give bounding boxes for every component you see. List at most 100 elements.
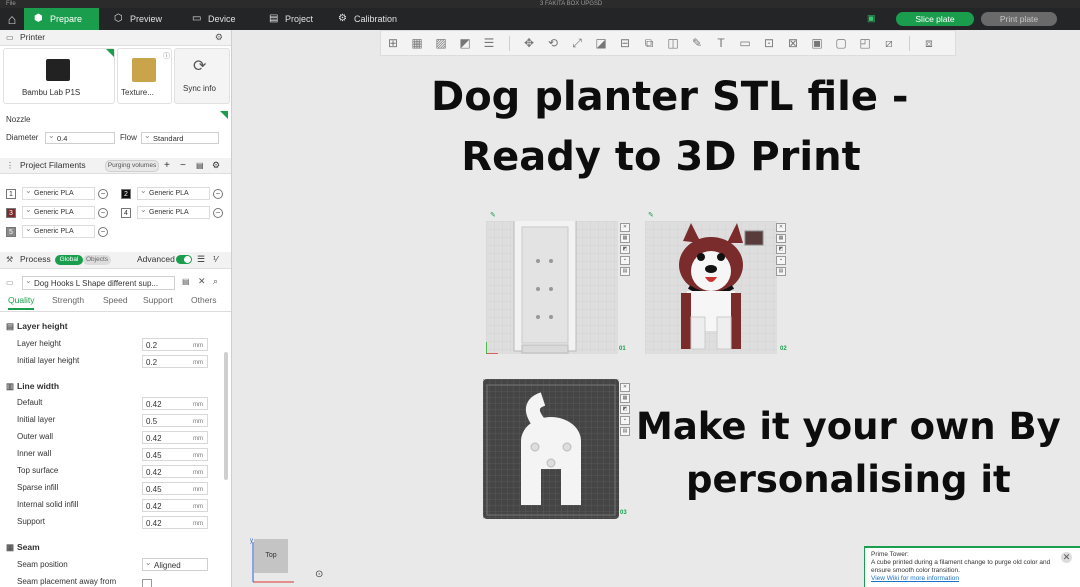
add-object-icon[interactable]: ⊞ bbox=[385, 36, 401, 50]
move-icon[interactable]: ✥ bbox=[521, 36, 537, 50]
filament-select[interactable]: Generic PLA bbox=[22, 223, 95, 238]
slice-plate-button[interactable]: Slice plate bbox=[896, 12, 974, 26]
param-input[interactable]: 0.2 mm bbox=[142, 355, 208, 368]
filament-color-swatch[interactable]: 5 bbox=[6, 227, 16, 237]
tab-calibration[interactable]: ⚙ Calibration bbox=[328, 8, 418, 30]
add-icon[interactable]: + bbox=[164, 158, 170, 173]
build-plate-2[interactable]: 02 bbox=[645, 221, 787, 354]
param-input[interactable]: 0.42 mm bbox=[142, 465, 208, 478]
plate-orient-icon[interactable]: ◩ bbox=[620, 245, 630, 254]
build-plate-3[interactable]: 03 bbox=[483, 379, 627, 521]
seam-position-select[interactable]: Aligned bbox=[142, 556, 208, 571]
gear-icon[interactable]: ⚙ bbox=[212, 158, 220, 173]
param-input[interactable]: 0.42 mm bbox=[142, 431, 208, 444]
subtab-speed[interactable]: Speed bbox=[103, 295, 128, 305]
3d-viewport[interactable]: ⊞ ▦ ▨ ◩ ☰ ✥ ⟲ ⤢ ◪ ⊟ ⧉ ◫ ✎ T ▭ ⊡ ⊠ ▣ ▢ ◰ … bbox=[232, 30, 1080, 587]
close-icon[interactable]: ✕ bbox=[776, 223, 786, 232]
close-icon[interactable]: ✕ bbox=[198, 276, 206, 287]
sync-info-button[interactable]: ⟳ Sync info bbox=[174, 48, 230, 104]
plate-settings-icon[interactable]: ▤ bbox=[620, 267, 630, 276]
close-icon[interactable]: ✕ bbox=[620, 223, 630, 232]
add-plate-icon[interactable]: ▦ bbox=[409, 36, 425, 50]
measure-icon[interactable]: ⊡ bbox=[761, 36, 777, 50]
filament-color-swatch[interactable]: 3 bbox=[6, 208, 16, 218]
gear-icon[interactable]: ⚙ bbox=[215, 30, 223, 45]
tab-prepare[interactable]: ⬢ Prepare bbox=[24, 8, 99, 30]
diameter-select[interactable]: 0.4 bbox=[45, 130, 115, 144]
filament-select[interactable]: Generic PLA bbox=[22, 204, 95, 219]
split-icon[interactable]: ⧈ bbox=[921, 36, 937, 50]
plate-settings-icon[interactable]: ▤ bbox=[776, 267, 786, 276]
home-icon[interactable]: ⌂ bbox=[0, 8, 24, 30]
remove-filament-icon[interactable]: − bbox=[213, 189, 223, 199]
global-toggle[interactable]: Global bbox=[55, 255, 83, 265]
lock-icon[interactable]: ▪ bbox=[776, 256, 786, 265]
file-menu[interactable]: File bbox=[6, 0, 16, 8]
param-input[interactable]: 0.42 mm bbox=[142, 499, 208, 512]
filament-select[interactable]: Generic PLA bbox=[22, 185, 95, 200]
filament-select[interactable]: Generic PLA bbox=[137, 185, 210, 200]
tab-preview[interactable]: ⬡ Preview bbox=[104, 8, 174, 30]
simplify-icon[interactable]: ▣ bbox=[809, 36, 825, 50]
rotate-icon[interactable]: ⟲ bbox=[545, 36, 561, 50]
cut-icon[interactable]: ⊟ bbox=[617, 36, 633, 50]
color-paint-icon[interactable]: ✎ bbox=[689, 36, 705, 50]
flow-select[interactable]: Standard bbox=[141, 130, 219, 144]
param-input[interactable]: 0.5 mm bbox=[142, 414, 208, 427]
build-plate-1[interactable]: 01 bbox=[485, 218, 626, 355]
advanced-toggle[interactable] bbox=[176, 255, 192, 264]
plate-arrange-icon[interactable]: ▦ bbox=[776, 234, 786, 243]
subtab-support[interactable]: Support bbox=[143, 295, 173, 305]
support-paint-icon[interactable]: ◫ bbox=[665, 36, 681, 50]
view-cube[interactable]: Top bbox=[254, 539, 288, 573]
fuzzy-skin-icon[interactable]: ⧄ bbox=[881, 36, 897, 50]
remove-filament-icon[interactable]: − bbox=[98, 227, 108, 237]
filament-select[interactable]: Generic PLA bbox=[137, 204, 210, 219]
param-input[interactable]: 0.42 mm bbox=[142, 397, 208, 410]
orient-icon[interactable]: ◩ bbox=[457, 36, 473, 50]
param-input[interactable]: 0.2 mm bbox=[142, 338, 208, 351]
scale-icon[interactable]: ⤢ bbox=[569, 36, 585, 50]
zoom-fit-icon[interactable]: ⊙ bbox=[315, 569, 327, 581]
remove-filament-icon[interactable]: − bbox=[98, 189, 108, 199]
subtab-others[interactable]: Others bbox=[191, 295, 217, 305]
printer-card[interactable]: Bambu Lab P1S ⌄ bbox=[3, 48, 115, 104]
lock-icon[interactable]: ▪ bbox=[620, 256, 630, 265]
plate-arrange-icon[interactable]: ▦ bbox=[620, 234, 630, 243]
process-preset-select[interactable]: Dog Hooks L Shape different sup... bbox=[22, 274, 175, 290]
close-icon[interactable]: ✕ bbox=[620, 383, 630, 392]
list-icon[interactable]: ☰ bbox=[197, 252, 205, 267]
emboss-icon[interactable]: ▭ bbox=[737, 36, 753, 50]
param-input[interactable]: 0.45 mm bbox=[142, 482, 208, 495]
filament-color-swatch[interactable]: 1 bbox=[6, 189, 16, 199]
remove-filament-icon[interactable]: − bbox=[213, 208, 223, 218]
param-input[interactable]: 0.42 mm bbox=[142, 516, 208, 529]
objects-toggle[interactable]: Objects bbox=[83, 255, 111, 265]
tab-project[interactable]: ▤ Project bbox=[259, 8, 329, 30]
monitor-icon[interactable]: ▣ bbox=[867, 13, 877, 23]
edit-plate-icon[interactable]: ✎ bbox=[648, 211, 654, 219]
plate-card[interactable]: ⓘ Texture... bbox=[117, 48, 172, 104]
subtab-strength[interactable]: Strength bbox=[52, 295, 84, 305]
plate-settings-icon[interactable]: ▤ bbox=[620, 427, 630, 436]
filament-color-swatch[interactable]: 2 bbox=[121, 189, 131, 199]
compare-icon[interactable]: ⅟ bbox=[213, 252, 218, 267]
print-plate-button[interactable]: Print plate bbox=[981, 12, 1057, 26]
remove-filament-icon[interactable]: − bbox=[98, 208, 108, 218]
seam-paint-icon[interactable]: ◰ bbox=[857, 36, 873, 50]
plate-orient-icon[interactable]: ◩ bbox=[620, 405, 630, 414]
lay-on-face-icon[interactable]: ◪ bbox=[593, 36, 609, 50]
plate-arrange-icon[interactable]: ▦ bbox=[620, 394, 630, 403]
save-icon[interactable]: ▤ bbox=[182, 277, 190, 286]
info-icon[interactable]: ⓘ bbox=[163, 51, 170, 61]
close-icon[interactable]: ✕ bbox=[1061, 552, 1072, 563]
subtab-quality[interactable]: Quality bbox=[8, 295, 35, 310]
purging-volumes-button[interactable]: Purging volumes bbox=[105, 160, 159, 172]
param-input[interactable]: 0.45 mm bbox=[142, 448, 208, 461]
arrange-icon[interactable]: ▨ bbox=[433, 36, 449, 50]
edit-plate-icon[interactable]: ✎ bbox=[490, 211, 496, 219]
search-icon[interactable]: ⌕ bbox=[213, 276, 218, 287]
text-icon[interactable]: T bbox=[713, 36, 729, 50]
plate-orient-icon[interactable]: ◩ bbox=[776, 245, 786, 254]
wiki-link[interactable]: View Wiki for more information bbox=[871, 575, 1074, 583]
